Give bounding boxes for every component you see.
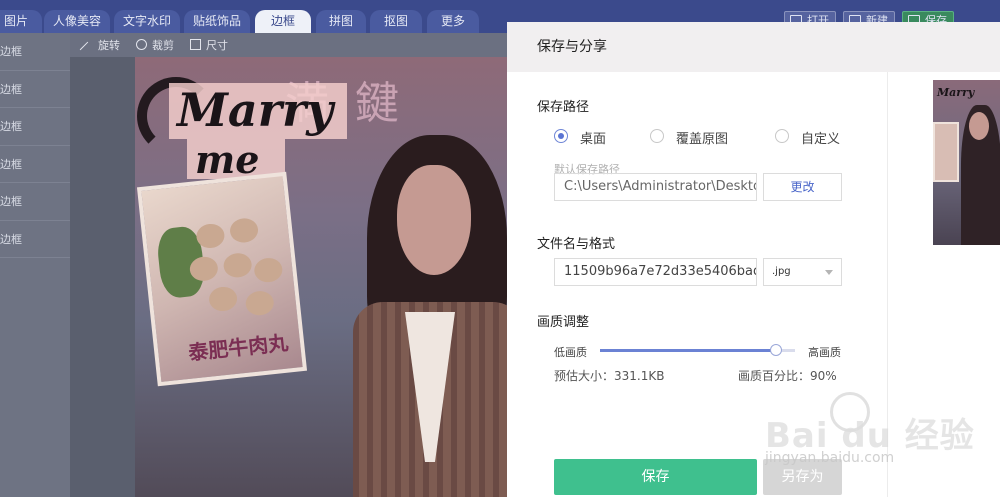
- tab-image[interactable]: 图片: [0, 10, 42, 33]
- meatball-shape: [222, 251, 253, 279]
- preview-poster: [933, 122, 959, 182]
- food-poster: 泰肥牛肉丸: [136, 171, 308, 387]
- meatball-shape: [228, 217, 260, 244]
- meatball-shape: [253, 256, 284, 284]
- quality-label: 画质调整: [537, 315, 590, 330]
- radio-desktop[interactable]: 桌面: [554, 128, 606, 147]
- size-tool[interactable]: 尺寸: [190, 37, 228, 53]
- photo-canvas[interactable]: 満 鍵 Marry me 泰肥牛肉丸: [135, 57, 510, 497]
- tab-text-watermark[interactable]: 文字水印: [114, 10, 180, 33]
- chevron-down-icon: [825, 270, 833, 275]
- meatball-shape: [207, 285, 239, 313]
- meatball-shape: [244, 289, 275, 317]
- high-quality-label: 高画质: [808, 346, 841, 359]
- tab-more[interactable]: 更多: [427, 10, 479, 33]
- tab-portrait-beauty[interactable]: 人像美容: [44, 10, 110, 33]
- estimated-size: 预估大小：331.1KB: [554, 369, 665, 383]
- quality-slider[interactable]: [600, 344, 795, 356]
- format-select[interactable]: .jpg: [763, 258, 842, 286]
- poster-text: 泰肥牛肉丸: [187, 330, 290, 365]
- radio-desktop-label: 桌面: [580, 132, 607, 147]
- radio-overwrite-label: 覆盖原图: [676, 132, 729, 147]
- radio-unchecked-icon: [650, 129, 664, 143]
- preview-face: [969, 112, 989, 140]
- border-category-list: 边框 边框 边框 边框 边框 边框: [0, 33, 70, 497]
- tab-cutout[interactable]: 抠图: [370, 10, 422, 33]
- filename-format-label: 文件名与格式: [537, 237, 616, 252]
- edit-toolbar: 旋转 裁剪 尺寸: [70, 33, 510, 58]
- change-path-button[interactable]: 更改: [763, 173, 842, 201]
- quality-percent: 画质百分比：90%: [738, 369, 837, 383]
- low-quality-label: 低画质: [554, 346, 587, 359]
- filename-input[interactable]: 11509b96a7e72d33e5406bad1...: [554, 258, 757, 286]
- format-value: .jpg: [772, 266, 791, 277]
- list-item[interactable]: 边框: [0, 71, 70, 108]
- person-face: [397, 165, 471, 275]
- save-button[interactable]: 保存: [554, 459, 757, 495]
- list-item[interactable]: 边框: [0, 33, 70, 71]
- radio-unchecked-icon: [775, 129, 789, 143]
- crop-tool[interactable]: 裁剪: [136, 37, 174, 53]
- rotate-icon: [79, 41, 96, 58]
- radio-custom-label: 自定义: [801, 132, 841, 147]
- list-item[interactable]: 边框: [0, 221, 70, 258]
- tab-border[interactable]: 边框: [255, 10, 311, 33]
- crop-label: 裁剪: [152, 39, 174, 52]
- size-icon: [190, 39, 201, 50]
- save-path-label: 保存路径: [537, 100, 590, 115]
- rotate-label: 旋转: [98, 39, 120, 52]
- preview-thumbnail: Marry: [933, 80, 1000, 245]
- rotate-tool[interactable]: 旋转: [79, 37, 120, 58]
- list-item[interactable]: 边框: [0, 183, 70, 221]
- watermark-url: jingyan.baidu.com: [765, 450, 895, 466]
- tab-stickers[interactable]: 贴纸饰品: [184, 10, 250, 33]
- list-item[interactable]: 边框: [0, 108, 70, 146]
- tab-collage[interactable]: 拼图: [316, 10, 366, 33]
- quality-slider-fill: [600, 349, 776, 352]
- dialog-title: 保存与分享: [507, 22, 1000, 72]
- size-label: 尺寸: [206, 39, 228, 52]
- radio-custom[interactable]: 自定义: [775, 128, 840, 147]
- scissors-icon: [136, 39, 147, 50]
- quality-slider-handle[interactable]: [769, 344, 782, 356]
- list-item[interactable]: 边框: [0, 146, 70, 183]
- radio-checked-icon: [554, 129, 568, 143]
- preview-title: Marry: [937, 86, 975, 99]
- radio-overwrite[interactable]: 覆盖原图: [650, 128, 728, 147]
- save-path-input[interactable]: C:\Users\Administrator\Desktop: [554, 173, 757, 201]
- sticker-title-line1: Marry: [177, 83, 333, 137]
